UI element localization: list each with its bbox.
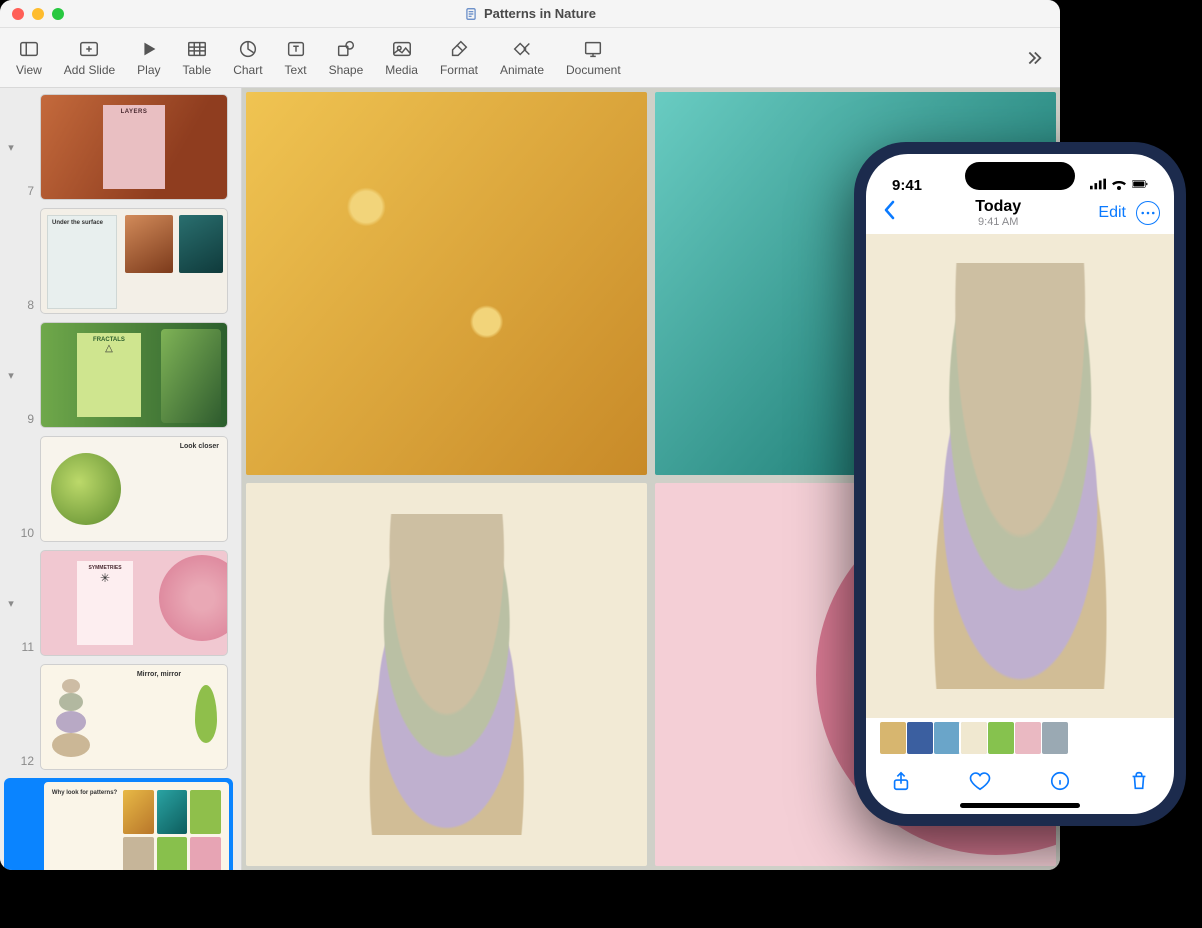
photos-header-title: Today 9:41 AM bbox=[975, 198, 1021, 228]
thumbnail: Under the surface bbox=[40, 208, 228, 314]
slide-number: 10 bbox=[18, 526, 34, 542]
filmstrip-thumb[interactable] bbox=[934, 722, 960, 754]
add-slide-tool[interactable]: Add Slide bbox=[64, 38, 115, 77]
window-title-text: Patterns in Nature bbox=[484, 6, 596, 21]
thumb-title: Look closer bbox=[141, 443, 219, 450]
edit-button[interactable]: Edit bbox=[1098, 204, 1126, 222]
battery-icon bbox=[1132, 177, 1148, 194]
animate-label: Animate bbox=[500, 63, 544, 77]
shape-label: Shape bbox=[329, 63, 364, 77]
table-tool[interactable]: Table bbox=[183, 38, 212, 77]
slide-thumb-13[interactable]: 13 Why look for patterns? bbox=[4, 778, 233, 870]
window-title: Patterns in Nature bbox=[0, 6, 1060, 21]
slide-navigator[interactable]: ▾ 7 LAYERS 8 Under the surface ▾ 9 bbox=[0, 88, 242, 870]
media-tool[interactable]: Media bbox=[385, 38, 418, 77]
document-label: Document bbox=[566, 63, 621, 77]
disclosure-icon[interactable]: ▾ bbox=[4, 369, 18, 382]
favorite-icon[interactable] bbox=[969, 770, 991, 797]
shape-tool[interactable]: Shape bbox=[329, 38, 364, 77]
thumbnail: Look closer bbox=[40, 436, 228, 542]
filmstrip-thumb[interactable] bbox=[1015, 722, 1041, 754]
slide-thumb-7[interactable]: ▾ 7 LAYERS bbox=[4, 94, 233, 200]
filmstrip-thumb[interactable] bbox=[961, 722, 987, 754]
document-icon bbox=[464, 7, 478, 21]
animate-tool[interactable]: Animate bbox=[500, 38, 544, 77]
thumb-title: LAYERS bbox=[121, 109, 148, 115]
text-label: Text bbox=[285, 63, 307, 77]
slide-number: 11 bbox=[18, 640, 34, 656]
slide-thumb-8[interactable]: 8 Under the surface bbox=[4, 208, 233, 314]
trash-icon[interactable] bbox=[1128, 770, 1150, 797]
slide-thumb-9[interactable]: ▾ 9 FRACTALS△ bbox=[4, 322, 233, 428]
media-label: Media bbox=[385, 63, 418, 77]
disclosure-icon[interactable]: ▾ bbox=[4, 597, 18, 610]
home-indicator[interactable] bbox=[960, 803, 1080, 808]
iphone-screen: 9:41 Today 9:41 AM E bbox=[866, 154, 1174, 814]
wifi-icon bbox=[1111, 177, 1127, 194]
thumb-title: Under the surface bbox=[48, 216, 116, 230]
play-label: Play bbox=[137, 63, 160, 77]
filmstrip-thumb[interactable] bbox=[880, 722, 906, 754]
cellular-icon bbox=[1090, 177, 1106, 194]
format-label: Format bbox=[440, 63, 478, 77]
thumbnail: FRACTALS△ bbox=[40, 322, 228, 428]
thumbnail: SYMMETRIES✳ bbox=[40, 550, 228, 656]
toolbar-overflow[interactable] bbox=[1022, 47, 1044, 69]
header-title-text: Today bbox=[975, 198, 1021, 216]
photos-header: Today 9:41 AM Edit bbox=[866, 198, 1174, 234]
share-icon[interactable] bbox=[890, 770, 912, 797]
thumbnail: LAYERS bbox=[40, 94, 228, 200]
text-tool[interactable]: Text bbox=[285, 38, 307, 77]
filmstrip-thumb[interactable] bbox=[1042, 722, 1068, 754]
toolbar: View Add Slide Play Table Chart Text Sha… bbox=[0, 28, 1060, 88]
table-label: Table bbox=[183, 63, 212, 77]
photo-filmstrip[interactable] bbox=[866, 718, 1174, 760]
slide-thumb-12[interactable]: 12 Mirror, mirror bbox=[4, 664, 233, 770]
play-tool[interactable]: Play bbox=[137, 38, 160, 77]
document-tool[interactable]: Document bbox=[566, 38, 621, 77]
info-icon[interactable] bbox=[1049, 770, 1071, 797]
view-label: View bbox=[16, 63, 42, 77]
thumb-title: Why look for patterns? bbox=[52, 790, 124, 796]
format-tool[interactable]: Format bbox=[440, 38, 478, 77]
status-time: 9:41 bbox=[892, 177, 922, 194]
filmstrip-thumb[interactable] bbox=[988, 722, 1014, 754]
disclosure-icon[interactable]: ▾ bbox=[4, 141, 18, 154]
canvas-image-honeycomb[interactable] bbox=[246, 92, 647, 475]
slide-thumb-10[interactable]: 10 Look closer bbox=[4, 436, 233, 542]
back-button[interactable] bbox=[880, 200, 898, 225]
slide-number: 8 bbox=[18, 298, 34, 314]
iphone-notch bbox=[965, 162, 1075, 190]
canvas-image-urchin-stack[interactable] bbox=[246, 483, 647, 866]
view-tool[interactable]: View bbox=[16, 38, 42, 77]
chart-tool[interactable]: Chart bbox=[233, 38, 262, 77]
filmstrip-thumb[interactable] bbox=[907, 722, 933, 754]
slide-number: 7 bbox=[18, 184, 34, 200]
more-button[interactable] bbox=[1136, 201, 1160, 225]
slide-number: 12 bbox=[18, 754, 34, 770]
thumbnail: Mirror, mirror bbox=[40, 664, 228, 770]
slide-thumb-11[interactable]: ▾ 11 SYMMETRIES✳ bbox=[4, 550, 233, 656]
thumb-title: Mirror, mirror bbox=[95, 671, 223, 678]
iphone-device: 9:41 Today 9:41 AM E bbox=[854, 142, 1186, 826]
header-subtitle-text: 9:41 AM bbox=[975, 216, 1021, 228]
add-slide-label: Add Slide bbox=[64, 63, 115, 77]
photo-viewer[interactable] bbox=[866, 234, 1174, 718]
slide-number: 9 bbox=[18, 412, 34, 428]
thumbnail: Why look for patterns? bbox=[43, 781, 230, 870]
titlebar: Patterns in Nature bbox=[0, 0, 1060, 28]
chart-label: Chart bbox=[233, 63, 262, 77]
